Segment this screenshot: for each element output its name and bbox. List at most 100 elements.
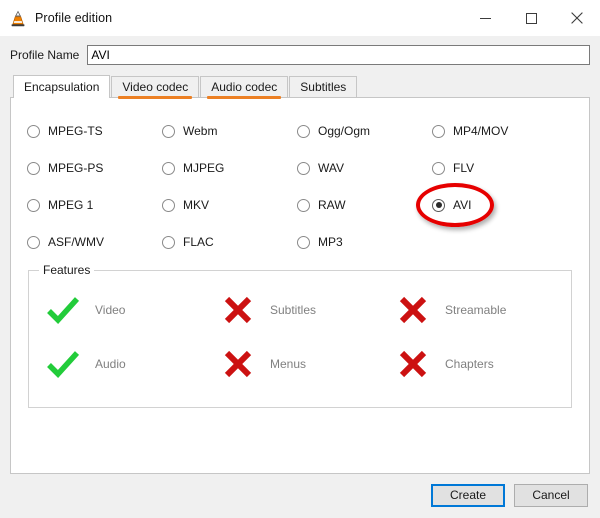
cancel-button[interactable]: Cancel [514, 483, 588, 507]
radio-label: MPEG-TS [48, 124, 103, 138]
radio-label: AVI [453, 198, 472, 212]
tab-video-codec-highlight [118, 96, 193, 99]
radio-label: Ogg/Ogm [318, 124, 371, 138]
tab-audio-codec-label: Audio codec [211, 80, 278, 94]
radio-avi[interactable]: AVI [416, 183, 567, 227]
radio-mark-icon [297, 161, 310, 175]
tab-subtitles[interactable]: Subtitles [289, 76, 358, 97]
encapsulation-column-4: MP4/MOV FLV AVI [416, 122, 567, 270]
features-legend: Features [39, 263, 95, 277]
radio-mark-icon [297, 124, 310, 138]
feature-chapters: Chapters [395, 347, 570, 381]
create-button[interactable]: Create [431, 483, 505, 507]
radio-label: MPEG 1 [48, 198, 94, 212]
check-icon [45, 348, 81, 380]
feature-video: Video [45, 293, 220, 327]
radio-mark-icon [432, 198, 445, 212]
title-bar: Profile edition [0, 0, 600, 36]
radio-label: MJPEG [183, 161, 225, 175]
radio-label: Webm [183, 124, 218, 138]
feature-subtitles: Subtitles [220, 293, 395, 327]
cross-icon [220, 294, 256, 326]
radio-mkv[interactable]: MKV [162, 196, 297, 214]
radio-mark-icon [27, 124, 40, 138]
radio-label: MP4/MOV [453, 124, 509, 138]
feature-streamable: Streamable [395, 293, 570, 327]
check-icon [45, 294, 81, 326]
features-column-3: Streamable Chapters [395, 293, 570, 401]
radio-mark-icon [432, 124, 445, 138]
close-icon [571, 12, 583, 24]
dialog-footer: Create Cancel [0, 472, 600, 518]
radio-mpeg-ps[interactable]: MPEG-PS [27, 159, 162, 177]
radio-mpeg-1[interactable]: MPEG 1 [27, 196, 162, 214]
cross-icon [220, 348, 256, 380]
vlc-cone-icon [9, 10, 27, 28]
radio-ogg-ogm[interactable]: Ogg/Ogm [297, 122, 432, 140]
minimize-icon [479, 17, 491, 19]
tab-audio-codec[interactable]: Audio codec [200, 76, 289, 99]
encapsulation-column-1: MPEG-TS MPEG-PS MPEG 1 ASF/WMV [27, 122, 162, 270]
feature-audio: Audio [45, 347, 220, 381]
feature-label: Audio [95, 357, 126, 371]
radio-wav[interactable]: WAV [297, 159, 432, 177]
radio-mark-icon [162, 235, 175, 249]
tab-strip: Encapsulation Video codec Audio codec Su… [10, 75, 590, 99]
radio-mark-icon [27, 198, 40, 212]
radio-mark-icon [162, 198, 175, 212]
radio-flac[interactable]: FLAC [162, 233, 297, 251]
radio-mark-icon [162, 161, 175, 175]
feature-menus: Menus [220, 347, 395, 381]
feature-label: Subtitles [270, 303, 317, 317]
tab-video-codec-label: Video codec [122, 80, 189, 94]
radio-mp3[interactable]: MP3 [297, 233, 432, 251]
radio-mjpeg[interactable]: MJPEG [162, 159, 297, 177]
encapsulation-panel: MPEG-TS MPEG-PS MPEG 1 ASF/WMV Webm MJPE… [10, 97, 590, 474]
radio-flv[interactable]: FLV [432, 159, 567, 177]
encapsulation-radio-group: MPEG-TS MPEG-PS MPEG 1 ASF/WMV Webm MJPE… [11, 98, 589, 270]
radio-label: RAW [318, 198, 346, 212]
minimize-button[interactable] [462, 0, 508, 36]
features-group: Features Video Audio Subtitles Menus Str… [28, 263, 572, 408]
radio-mark-icon [27, 235, 40, 249]
radio-label: FLAC [183, 235, 214, 249]
feature-label: Menus [270, 357, 307, 371]
radio-mark-icon [432, 161, 445, 175]
encapsulation-column-2: Webm MJPEG MKV FLAC [162, 122, 297, 270]
radio-mpeg-ts[interactable]: MPEG-TS [27, 122, 162, 140]
profile-name-row: Profile Name [0, 40, 600, 70]
radio-label: ASF/WMV [48, 235, 104, 249]
radio-asf-wmv[interactable]: ASF/WMV [27, 233, 162, 251]
profile-name-input[interactable] [87, 45, 590, 65]
radio-webm[interactable]: Webm [162, 122, 297, 140]
tab-subtitles-label: Subtitles [300, 80, 347, 94]
window-controls [462, 0, 600, 36]
radio-label: MP3 [318, 235, 343, 249]
radio-mark-icon [162, 124, 175, 138]
features-column-2: Subtitles Menus [220, 293, 395, 401]
tab-encapsulation-label: Encapsulation [24, 80, 100, 94]
cross-icon [395, 348, 431, 380]
radio-label: WAV [318, 161, 344, 175]
close-button[interactable] [554, 0, 600, 36]
radio-label: MKV [183, 198, 210, 212]
feature-label: Video [95, 303, 126, 317]
tab-encapsulation[interactable]: Encapsulation [13, 75, 111, 98]
radio-raw[interactable]: RAW [297, 196, 432, 214]
tab-video-codec[interactable]: Video codec [111, 76, 200, 99]
radio-mp4-mov[interactable]: MP4/MOV [432, 122, 567, 140]
features-grid: Video Audio Subtitles Menus Streamable C… [29, 271, 571, 401]
radio-label: FLV [453, 161, 475, 175]
radio-label: MPEG-PS [48, 161, 104, 175]
radio-mark-icon [297, 235, 310, 249]
maximize-button[interactable] [508, 0, 554, 36]
maximize-icon [525, 12, 537, 24]
feature-label: Streamable [445, 303, 507, 317]
cross-icon [395, 294, 431, 326]
radio-mark-icon [27, 161, 40, 175]
features-column-1: Video Audio [45, 293, 220, 401]
tab-area: Encapsulation Video codec Audio codec Su… [10, 75, 590, 474]
encapsulation-column-3: Ogg/Ogm WAV RAW MP3 [297, 122, 432, 270]
radio-mark-icon [297, 198, 310, 212]
feature-label: Chapters [445, 357, 494, 371]
